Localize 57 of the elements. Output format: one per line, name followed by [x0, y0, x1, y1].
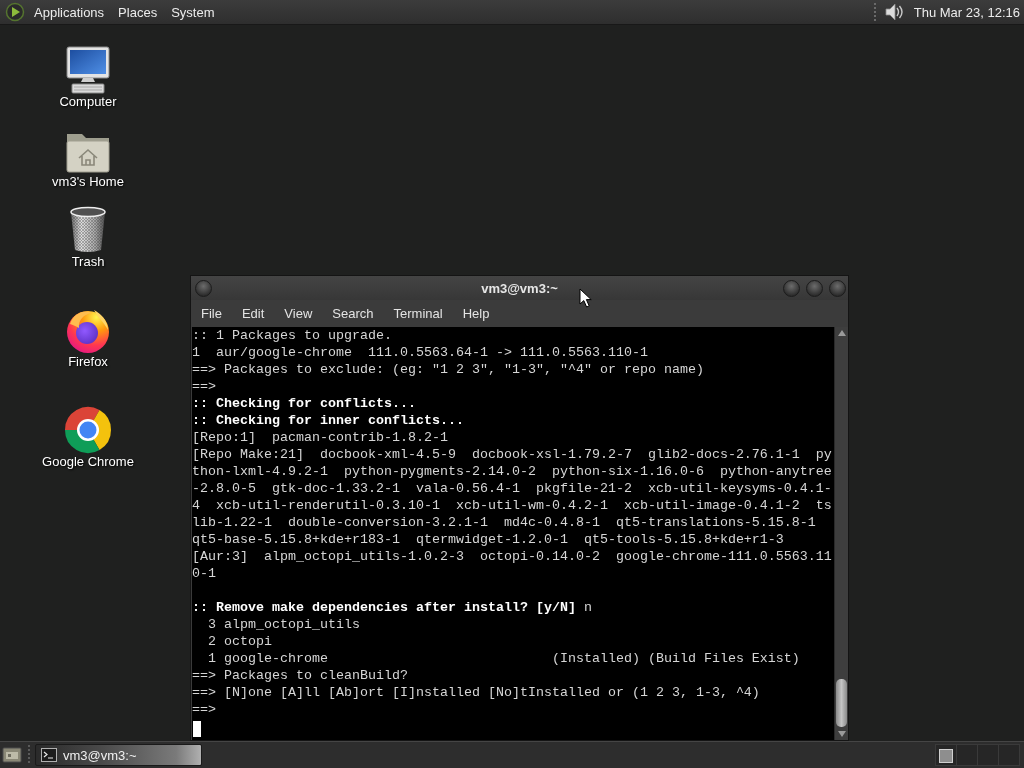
- terminal-line: ==>: [192, 378, 216, 395]
- show-desktop-icon[interactable]: [2, 745, 22, 765]
- terminal-line: :: Checking for inner conflicts...: [192, 412, 464, 429]
- computer-icon: [63, 46, 113, 94]
- terminal-line: 1 google-chrome (Installed) (Build Files Exist): [207, 650, 800, 667]
- terminal-line: thon-lxml-4.9.2-1 python-pygments-2.14.0-2 python-six-1.16.0-6 python-anytree: [192, 463, 832, 480]
- terminal-line: ==> Packages to exclude: (eg: "1 2 3", "1-3", "^4" or repo name): [192, 361, 704, 378]
- clock[interactable]: Thu Mar 23, 12:16: [913, 4, 1020, 20]
- terminal-icon: [41, 748, 57, 762]
- terminal-line: 3 alpm_octopi_utils: [207, 616, 360, 633]
- desktop-shortcut[interactable]: Trash: [68, 206, 108, 269]
- desktop-shortcut[interactable]: Firefox: [64, 306, 112, 369]
- scroll-down-icon[interactable]: [837, 731, 846, 737]
- terminal-line: 1 aur/google-chrome 111.0.5563.64-1 -> 111.0.5563.110-1: [192, 344, 648, 361]
- menu-item[interactable]: Help: [452, 302, 500, 325]
- terminal-line: [Repo Make:21] docbook-xml-4.5-9 docbook-xsl-1.79.2-7 glib2-docs-2.76.1-1 py: [192, 446, 832, 463]
- terminal-line: ==> Packages to cleanBuild?: [192, 667, 408, 684]
- terminal-line: ==>: [192, 701, 216, 718]
- terminal-line: :: 1 Packages to upgrade.: [192, 327, 392, 344]
- taskbar-button[interactable]: vm3@vm3:~: [35, 744, 202, 766]
- close-button[interactable]: [829, 279, 846, 297]
- chrome-icon: [64, 406, 112, 454]
- panel-menu[interactable]: Applications: [27, 1, 112, 23]
- menu-item[interactable]: Search: [322, 302, 384, 325]
- play-circle-icon[interactable]: [5, 2, 25, 22]
- window-thumbnail-icon: [939, 749, 953, 763]
- panel-menu[interactable]: Places: [111, 1, 165, 23]
- desktop-shortcut[interactable]: vm3's Home: [52, 126, 124, 189]
- panel-menu[interactable]: System: [164, 1, 222, 23]
- terminal-line: :: Remove make dependencies after install? [y/N] n: [192, 599, 592, 616]
- terminal-line: 0-1: [192, 565, 216, 582]
- trash-icon: [68, 206, 108, 254]
- scroll-up-icon[interactable]: [837, 330, 846, 336]
- terminal-line: 2 octopi: [207, 633, 272, 650]
- minimize-button[interactable]: [783, 279, 800, 297]
- menu-item[interactable]: Terminal: [383, 302, 453, 325]
- menu-item[interactable]: View: [274, 302, 323, 325]
- window-menu-button[interactable]: [195, 279, 212, 297]
- workspace-switcher[interactable]: [935, 744, 1020, 766]
- maximize-button[interactable]: [806, 279, 823, 297]
- terminal-line: 4 xcb-util-renderutil-0.3.10-1 xcb-util-wm-0.4.2-1 xcb-util-image-0.4.1-2 ts: [192, 497, 832, 514]
- terminal-line: :: Checking for conflicts...: [192, 395, 416, 412]
- menu-item[interactable]: Edit: [231, 302, 275, 325]
- scrollbar-thumb[interactable]: [836, 679, 847, 727]
- terminal-line: [Repo:1] pacman-contrib-1.8.2-1: [192, 429, 448, 446]
- menu-item[interactable]: File: [191, 302, 232, 325]
- window-title: vm3@vm3:~: [481, 280, 558, 296]
- terminal-line: lib-1.22-1 double-conversion-3.2.1-1 md4c-0.4.8-1 qt5-translations-5.15.8-1: [192, 514, 816, 531]
- desktop-shortcut[interactable]: Google Chrome: [42, 406, 134, 469]
- terminal-line: -2.8.0-5 gtk-doc-1.33.2-1 vala-0.56.4-1 pkgfile-21-2 xcb-util-keysyms-0.4.1-: [192, 480, 832, 497]
- scrollbar[interactable]: [834, 327, 848, 740]
- terminal-line: [Aur:3] alpm_octopi_utils-1.0.2-3 octopi-0.14.0-2 google-chrome-111.0.5563.11: [192, 548, 832, 565]
- mouse-pointer-icon: [579, 288, 592, 308]
- terminal-line: qt5-base-5.15.8+kde+r183-1 qtermwidget-1.2.0-1 qt5-tools-5.15.8+kde+r1-3: [192, 531, 784, 548]
- desktop-shortcut[interactable]: Computer: [59, 46, 117, 109]
- speaker-icon[interactable]: [883, 2, 904, 22]
- terminal-line: ==> [N]one [A]ll [Ab]ort [I]nstalled [No]tInstalled or (1 2 3, 1-3, ^4): [192, 684, 760, 701]
